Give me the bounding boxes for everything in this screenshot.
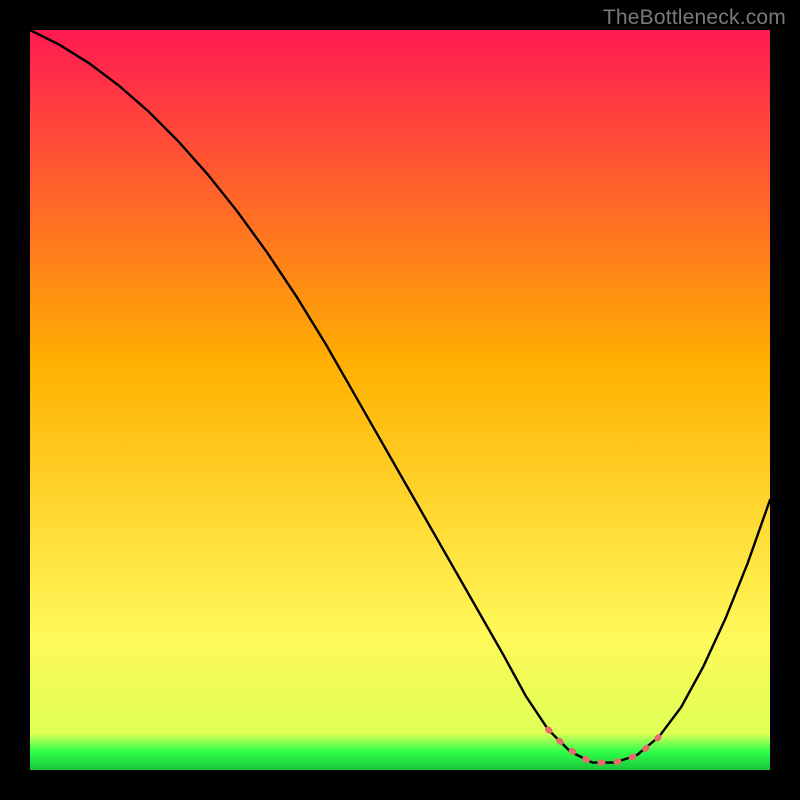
chart-frame: TheBottleneck.com xyxy=(0,0,800,800)
watermark-text: TheBottleneck.com xyxy=(603,6,786,30)
bottleneck-chart xyxy=(30,30,770,770)
chart-svg xyxy=(30,30,770,770)
gradient-background xyxy=(30,30,770,770)
